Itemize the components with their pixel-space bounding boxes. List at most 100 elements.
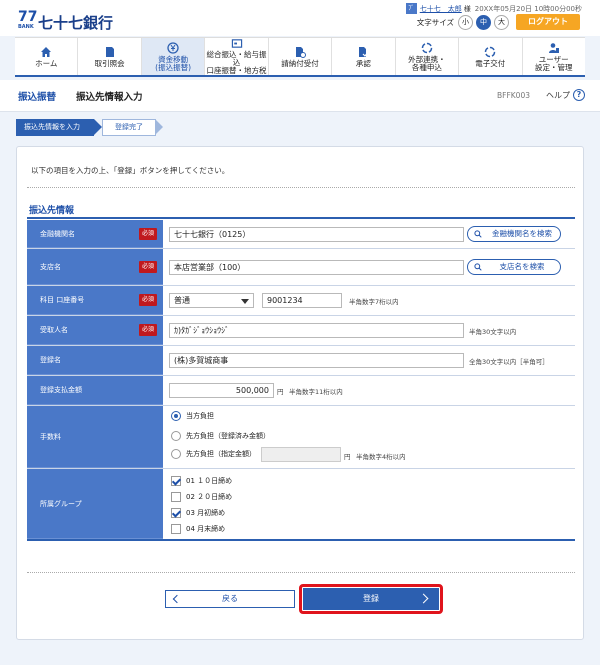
logo-mark: 77 BANK xyxy=(18,9,38,32)
nav-item-inquiry[interactable]: 取引照会 xyxy=(78,38,142,75)
row-group: 所属グループ 01 １０日締め 02 ２０日締め 03 月初締め 04 月末締め xyxy=(27,469,575,541)
search-bank-button[interactable]: 金融機関名を検索 xyxy=(467,226,561,242)
nav-label: 総合振込・給与振込 口座振替・地方税 xyxy=(206,50,267,75)
nav-label: 請納付受付 xyxy=(281,58,319,68)
group-option-01[interactable]: 01 １０日締め xyxy=(171,476,232,486)
chevron-left-icon xyxy=(172,594,182,604)
bank-name-input[interactable]: 七十七銀行（0125） xyxy=(169,227,464,242)
checkbox[interactable] xyxy=(171,524,181,534)
group-option-03[interactable]: 03 月初締め xyxy=(171,508,225,518)
nav-item-user-settings[interactable]: ユーザー 設定・管理 xyxy=(523,38,585,75)
registered-name-hint: 全角30文字以内［半角可］ xyxy=(469,358,549,366)
fee-amount-input[interactable] xyxy=(261,447,341,462)
account-type-value: 普通 xyxy=(174,296,190,305)
page-title-bar: 振込振替 振込先情報入力 BFFK003 ヘルプ ? xyxy=(0,80,600,112)
value-account: 普通 9001234 半角数字7桁以内 xyxy=(163,286,575,315)
section-divider xyxy=(27,217,575,219)
label-text: 科目 口座番号 xyxy=(40,296,85,304)
required-badge: 必須 xyxy=(138,260,157,273)
row-recipient: 受取人名 必須 ｶ)ﾀｶﾞｼﾞｮｳｼｮｳｼﾞ 半角30文字以内 xyxy=(27,316,575,346)
help-label: ヘルプ xyxy=(546,90,570,100)
fee-amount-hint: 半角数字4桁以内 xyxy=(356,453,406,461)
fee-amount-unit: 円 xyxy=(344,453,351,461)
home-icon xyxy=(41,46,52,57)
label-text: 所属グループ xyxy=(40,499,82,508)
font-size-small-button[interactable]: 小 xyxy=(458,14,473,30)
fee-option-label: 当方負担 xyxy=(186,412,214,420)
checkbox[interactable] xyxy=(171,492,181,502)
document-icon xyxy=(105,46,114,57)
fee-option-specified[interactable]: 先方負担（指定金額） xyxy=(171,449,256,459)
register-button[interactable]: 登録 xyxy=(303,588,439,610)
user-name-link[interactable]: 七十七 太郎 xyxy=(420,4,462,14)
value-fee: 当方負担 先方負担（登録済み金額） 先方負担（指定金額） 円 半角数字4桁以内 xyxy=(163,406,575,468)
help-link[interactable]: ヘルプ ? xyxy=(546,89,585,101)
nav-label: 取引照会 xyxy=(94,58,125,68)
label-fee: 手数料 xyxy=(27,406,163,468)
branch-name-input[interactable]: 本店営業部（100） xyxy=(169,260,464,275)
section-title: 振込先情報 xyxy=(29,206,75,216)
group-option-02[interactable]: 02 ２０日締め xyxy=(171,492,232,502)
screen-id: BFFK003 xyxy=(496,91,530,100)
group-option-label: 01 １０日締め xyxy=(186,477,233,485)
row-fee: 手数料 当方負担 先方負担（登録済み金額） 先方負担（指定金額） 円 半角数字4… xyxy=(27,406,575,469)
nav-item-bulk-transfer[interactable]: 総合振込・給与振込 口座振替・地方税 xyxy=(205,38,269,75)
nav-label: 電子交付 xyxy=(475,58,506,68)
value-bank: 七十七銀行（0125） 金融機関名を検索 xyxy=(163,220,575,248)
recipient-name-input[interactable]: ｶ)ﾀｶﾞｼﾞｮｳｼｮｳｼﾞ xyxy=(169,323,464,338)
search-branch-label: 支店名を検索 xyxy=(499,262,545,271)
money-transfer-icon xyxy=(167,41,179,54)
label-text: 登録支払金額 xyxy=(40,386,82,394)
label-recipient: 受取人名 必須 xyxy=(27,316,163,345)
help-icon: ? xyxy=(573,89,585,101)
group-option-label: 03 月初締め xyxy=(186,509,226,517)
logout-button[interactable]: ログアウト xyxy=(516,14,580,30)
label-registered-name: 登録名 xyxy=(27,346,163,375)
search-branch-button[interactable]: 支店名を検索 xyxy=(467,259,561,275)
page-title: 振込先情報入力 xyxy=(76,91,143,103)
nav-label: ホーム xyxy=(35,58,58,68)
recipient-name-hint: 半角30文字以内 xyxy=(469,328,517,336)
user-suffix: 様 xyxy=(463,4,471,13)
back-button[interactable]: 戻る xyxy=(165,590,295,608)
amount-hint: 半角数字11桁以内 xyxy=(289,388,343,396)
amount-input[interactable]: 500,000 xyxy=(169,383,274,398)
checkbox-checked[interactable] xyxy=(171,508,181,518)
search-icon xyxy=(474,263,482,271)
nav-item-external[interactable]: 外部連携・ 各種申込 xyxy=(396,38,460,75)
search-icon xyxy=(474,230,482,238)
bank-logo[interactable]: 77 BANK 七十七銀行 xyxy=(18,10,113,32)
content-panel: 以下の項目を入力の上、「登録」ボタンを押してください。 振込先情報 金融機関名 … xyxy=(16,146,584,640)
value-recipient: ｶ)ﾀｶﾞｼﾞｮｳｼｮｳｼﾞ 半角30文字以内 xyxy=(163,316,575,345)
label-branch: 支店名 必須 xyxy=(27,249,163,285)
fee-option-registered[interactable]: 先方負担（登録済み金額） xyxy=(171,431,270,441)
nav-item-electronic[interactable]: 電子交付 xyxy=(459,38,523,75)
required-badge: 必須 xyxy=(138,227,157,240)
fee-option-ours[interactable]: 当方負担 xyxy=(171,411,214,421)
account-type-select[interactable]: 普通 xyxy=(169,293,254,308)
checkbox-checked[interactable] xyxy=(171,476,181,486)
font-size-large-button[interactable]: 大 xyxy=(494,14,509,30)
nav-item-home[interactable]: ホーム xyxy=(15,38,79,75)
nav-item-approval[interactable]: 承認 xyxy=(332,38,396,75)
logo-mark-number: 77 xyxy=(18,9,38,25)
account-number-input[interactable]: 9001234 xyxy=(262,293,342,308)
nav-item-payment[interactable]: 請納付受付 xyxy=(269,38,333,75)
nav-label: 承認 xyxy=(355,58,371,68)
label-text: 登録名 xyxy=(40,356,61,364)
nav-item-transfer[interactable]: 資金移動 (振込振替) xyxy=(141,38,206,75)
font-size-medium-button[interactable]: 中 xyxy=(476,14,491,30)
logo-text: 七十七銀行 xyxy=(38,14,114,32)
payee-form: 金融機関名 必須 七十七銀行（0125） 金融機関名を検索 支店名 必須 本店営… xyxy=(27,220,575,541)
radio[interactable] xyxy=(171,449,181,459)
row-bank: 金融機関名 必須 七十七銀行（0125） 金融機関名を検索 xyxy=(27,220,575,249)
value-registered-name: (株)多賀城商事 全角30文字以内［半角可］ xyxy=(163,346,575,375)
radio-selected[interactable] xyxy=(171,411,181,421)
radio[interactable] xyxy=(171,431,181,441)
group-option-04[interactable]: 04 月末締め xyxy=(171,524,225,534)
header: 77 BANK 七十七銀行 ﾌﾞ 七十七 太郎 様 20XX年05月20日 10… xyxy=(0,0,600,36)
row-amount: 登録支払金額 500,000 円 半角数字11桁以内 xyxy=(27,376,575,406)
payment-icon xyxy=(295,46,306,58)
registered-name-input[interactable]: (株)多賀城商事 xyxy=(169,353,464,368)
login-time: 20XX年05月20日 10時00分00秒 xyxy=(474,4,582,13)
